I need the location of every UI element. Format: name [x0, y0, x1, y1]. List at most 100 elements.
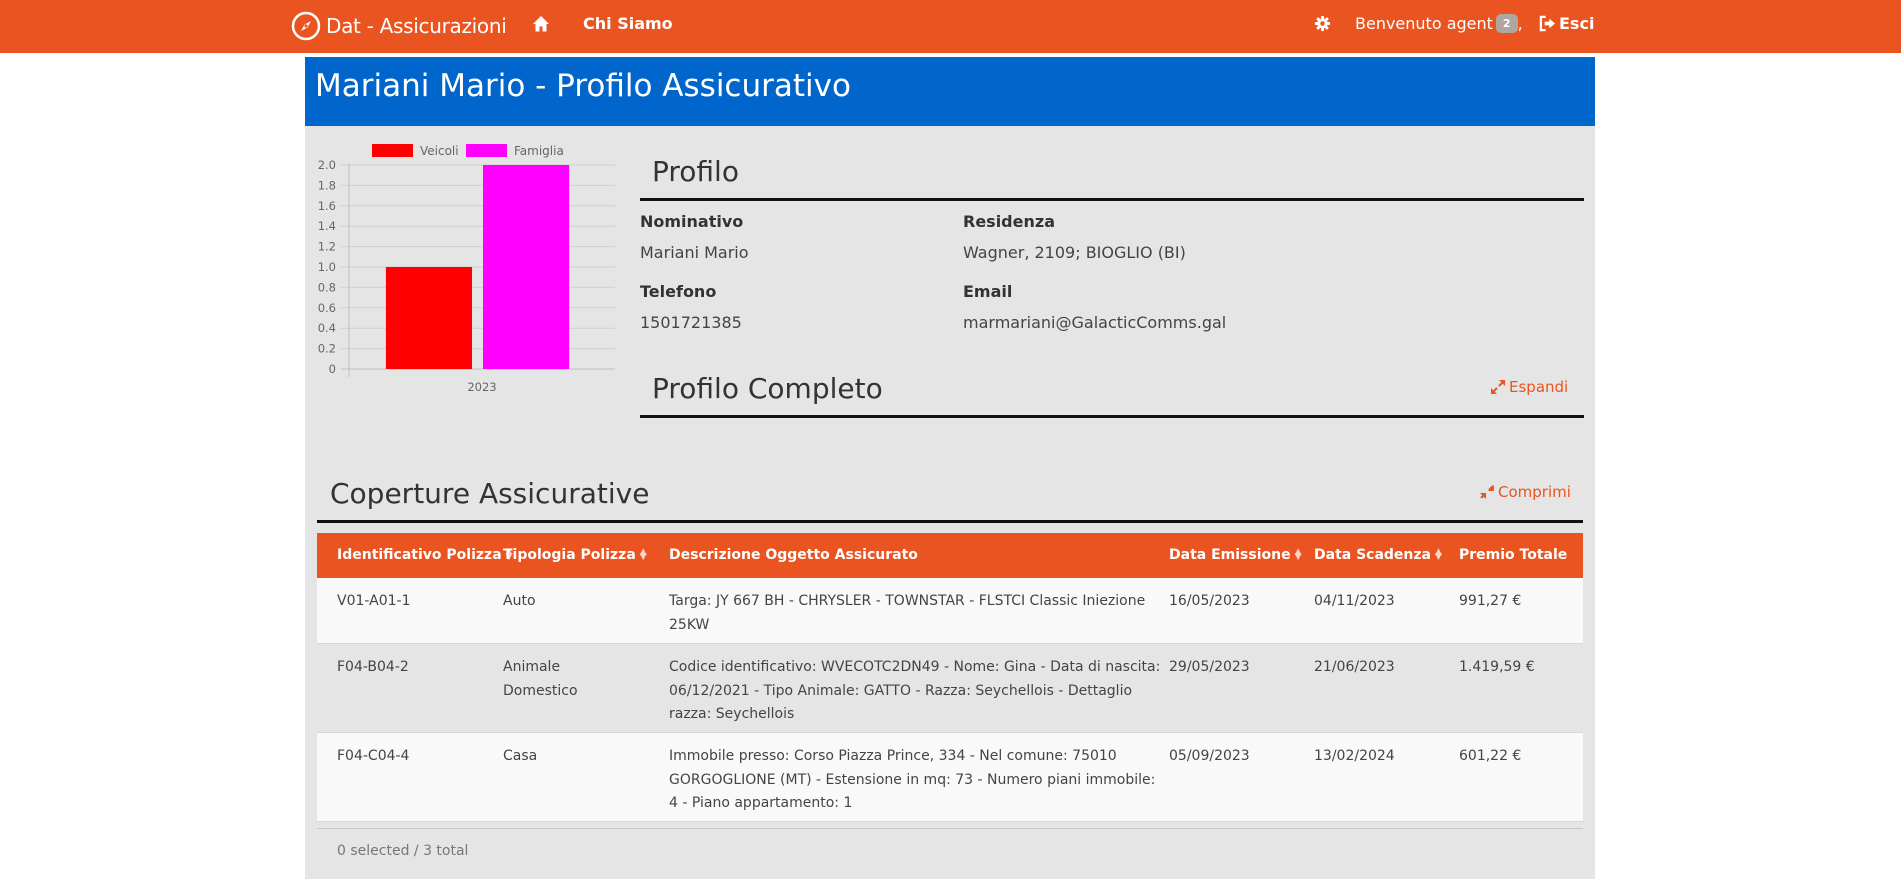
descrizione-line: 4 - Piano appartamento: 1	[669, 795, 853, 811]
bar-famiglia	[483, 165, 570, 369]
page-header: Mariani Mario - Profilo Assicurativo	[305, 57, 1595, 126]
table-row[interactable]: F04-B04-2 Animale Domestico Codice ident…	[317, 644, 1583, 733]
column-header-label: Data Emissione	[1169, 547, 1291, 563]
table-row[interactable]: F04-C04-4 Casa Immobile presso: Corso Pi…	[317, 733, 1583, 822]
table-footer: 0 selected / 3 total	[317, 828, 1583, 859]
cell-scadenza: 21/06/2023	[1314, 659, 1395, 675]
legend-label: Famiglia	[514, 144, 564, 158]
selection-count: 0 selected / 3 total	[337, 843, 469, 859]
cell-tipologia: Animale Domestico	[503, 656, 578, 703]
column-header-label: Identificativo Polizza	[337, 547, 502, 563]
x-tick-label: 2023	[467, 380, 496, 394]
descrizione-line: Immobile presso: Corso Piazza Prince, 33…	[669, 748, 1117, 764]
legend-swatch	[372, 144, 413, 157]
column-header-descrizione: Descrizione Oggetto Assicurato	[669, 547, 918, 563]
table-row[interactable]: V01-A01-1 Auto Targa: JY 667 BH - CHRYSL…	[317, 578, 1583, 644]
profilo-title: Profilo	[652, 155, 739, 188]
home-icon[interactable]	[532, 15, 550, 33]
expand-link[interactable]: Espandi	[1491, 378, 1568, 396]
email-value: marmariani@GalacticComms.gal	[963, 313, 1227, 332]
column-header-label: Tipologia Polizza	[503, 547, 636, 563]
main-container: Mariani Mario - Profilo Assicurativo Vei…	[305, 57, 1595, 879]
cell-premio: 1.419,59 €	[1459, 659, 1535, 675]
collapse-link[interactable]: Comprimi	[1480, 483, 1571, 501]
column-header-id[interactable]: Identificativo Polizza ▲ ▼	[337, 533, 513, 578]
chart-svg: Veicoli Famiglia 0 0.2 0.4 0.6 0.8 1.0 1.2 1.4 1.6…	[318, 144, 615, 394]
y-tick-label: 1.6	[318, 199, 336, 213]
coperture-title: Coperture Assicurative	[330, 477, 650, 510]
cell-tipologia: Casa	[503, 748, 538, 764]
sort-icon: ▲ ▼	[639, 547, 647, 562]
cell-premio: 601,22 €	[1459, 748, 1522, 764]
y-tick-label: 1.0	[318, 260, 336, 274]
nav-link-chi-siamo[interactable]: Chi Siamo	[583, 14, 673, 33]
profilo-completo-divider	[640, 415, 1584, 418]
column-header-premio: Premio Totale	[1459, 547, 1568, 563]
y-tick-label: 0.8	[318, 280, 336, 294]
telefono-value: 1501721385	[640, 313, 742, 332]
expand-label: Espandi	[1509, 378, 1569, 396]
cell-id: V01-A01-1	[337, 593, 411, 609]
sort-icon: ▲ ▼	[1294, 547, 1302, 562]
expand-icon	[1491, 380, 1505, 394]
descrizione-line: Targa: JY 667 BH - CHRYSLER - TOWNSTAR -…	[669, 593, 1146, 609]
compass-icon	[291, 11, 321, 41]
column-header-emissione[interactable]: Data Emissione ▲ ▼	[1169, 533, 1302, 578]
y-tick-label: 1.2	[318, 240, 336, 254]
page-title: Mariani Mario - Profilo Assicurativo	[315, 68, 851, 104]
legend-swatch	[466, 144, 507, 157]
cell-descrizione: Immobile presso: Corso Piazza Prince, 33…	[669, 745, 1155, 816]
y-tick-label: 0	[329, 362, 336, 376]
column-header-scadenza[interactable]: Data Scadenza ▲ ▼	[1314, 533, 1442, 578]
cell-emissione: 29/05/2023	[1169, 659, 1250, 675]
coperture-divider	[317, 520, 1583, 523]
y-tick-label: 0.2	[318, 342, 336, 356]
profilo-completo-title: Profilo Completo	[652, 372, 883, 405]
descrizione-line: 06/12/2021 - Tipo Animale: GATTO - Razza…	[669, 682, 1133, 699]
top-navbar: Dat - Assicurazioni Chi Siamo Benvenuto …	[0, 0, 1901, 53]
brand-link[interactable]: Dat - Assicurazioni	[291, 10, 507, 42]
telefono-label: Telefono	[640, 282, 717, 301]
cell-id: F04-B04-2	[337, 659, 409, 675]
descrizione-line: razza: Seychellois	[669, 706, 795, 722]
bar-veicoli	[385, 267, 472, 369]
cell-premio: 991,27 €	[1459, 593, 1522, 609]
residenza-value: Wagner, 2109; BIOGLIO (BI)	[963, 243, 1186, 262]
descrizione-line: 25KW	[669, 616, 710, 633]
welcome-comma: ,	[1517, 14, 1523, 33]
cell-id: F04-C04-4	[337, 748, 410, 764]
brand-name: Dat - Assicurazioni	[326, 14, 507, 38]
table-header: Identificativo Polizza ▲ ▼ Tipologia Poliz…	[317, 533, 1583, 578]
column-header-label: Data Scadenza	[1314, 547, 1431, 563]
descrizione-line: GORGOGLIONE (MT) - Estensione in mq: 73 …	[669, 771, 1156, 788]
legend-label: Veicoli	[420, 144, 459, 158]
cell-descrizione: Targa: JY 667 BH - CHRYSLER - TOWNSTAR -…	[669, 590, 1145, 637]
email-label: Email	[963, 282, 1013, 301]
collapse-label: Comprimi	[1498, 483, 1571, 501]
welcome-text: Benvenuto agent	[1355, 14, 1493, 33]
y-tick-label: 2.0	[318, 158, 336, 172]
policy-chart: Veicoli Famiglia 0 0.2 0.4 0.6 0.8 1.0 1.2 1.4 1.6…	[305, 140, 625, 510]
y-tick-label: 1.4	[318, 219, 336, 233]
gear-icon[interactable]	[1314, 15, 1331, 32]
column-header-tipologia[interactable]: Tipologia Polizza ▲ ▼	[503, 533, 647, 578]
welcome-message: Benvenuto agent 2,	[1355, 14, 1523, 33]
notification-badge[interactable]: 2	[1495, 14, 1518, 33]
collapse-icon	[1480, 485, 1494, 499]
cell-scadenza: 04/11/2023	[1314, 593, 1395, 609]
cell-tipologia: Auto	[503, 593, 536, 609]
y-tick-label: 0.6	[318, 301, 336, 315]
logout-label: Esci	[1559, 14, 1595, 33]
descrizione-line: Codice identificativo: WVECOTC2DN49 - No…	[669, 659, 1161, 675]
logout-link[interactable]: Esci	[1539, 14, 1594, 33]
nominativo-value: Mariani Mario	[640, 243, 749, 262]
y-tick-label: 0.4	[318, 321, 336, 335]
residenza-label: Residenza	[963, 212, 1055, 231]
cell-scadenza: 13/02/2024	[1314, 748, 1395, 764]
nominativo-label: Nominativo	[640, 212, 744, 231]
profilo-divider	[640, 198, 1584, 201]
sort-icon: ▲ ▼	[1435, 547, 1442, 562]
y-tick-label: 1.8	[318, 178, 336, 192]
cell-emissione: 16/05/2023	[1169, 593, 1250, 609]
tipologia-line: Animale	[503, 659, 561, 675]
